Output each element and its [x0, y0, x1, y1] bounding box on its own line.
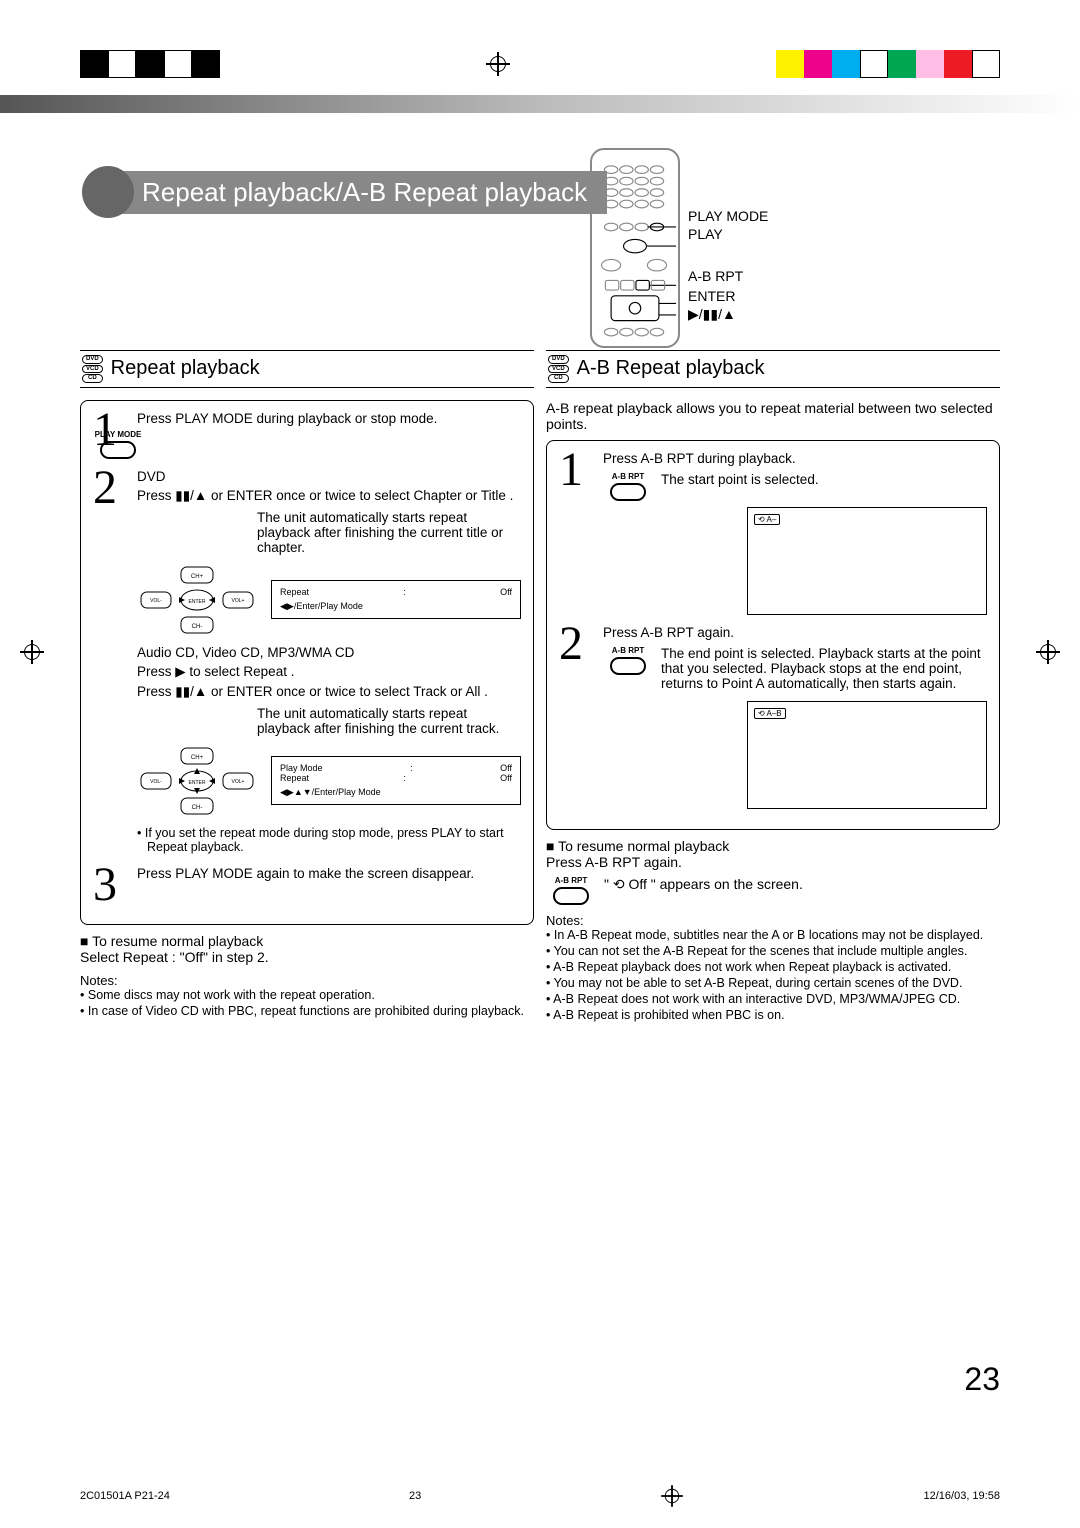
- section-heading-repeat: DVDVCDCD Repeat playback: [80, 350, 534, 388]
- tv-screen-ab: ⟲ A–B: [747, 701, 987, 809]
- page-title: Repeat playback/A-B Repeat playback: [108, 171, 607, 214]
- side-crosshair-right: [1036, 640, 1060, 664]
- side-crosshair-left: [20, 640, 44, 664]
- remote-labels: PLAY MODE PLAY A-B RPT ENTER ▶/▮▮/▲: [688, 148, 768, 324]
- abrpt-button-icon: A-B RPT: [603, 472, 653, 501]
- section-title: A-B Repeat playback: [577, 357, 765, 380]
- svg-text:ENTER: ENTER: [189, 780, 206, 786]
- dpad-icon: CH+ CH- VOL- VOL+ ENTER: [137, 565, 257, 635]
- steps-box-right: 1 Press A-B RPT during playback. A-B RPT…: [546, 440, 1000, 830]
- left-column: DVDVCDCD Repeat playback 1 Press PLAY MO…: [80, 350, 534, 1348]
- abrpt-button-icon: A-B RPT: [603, 646, 653, 675]
- footer: 2C01501A P21-24 23 12/16/03, 19:58: [80, 1484, 1000, 1508]
- step2-line1: DVD: [137, 469, 521, 484]
- section-title: Repeat playback: [111, 357, 260, 380]
- notes-list-right: In A-B Repeat mode, subtitles near the A…: [546, 928, 1000, 1022]
- step3-text: Press PLAY MODE again to make the screen…: [137, 866, 521, 881]
- svg-text:VOL-: VOL-: [150, 779, 162, 785]
- svg-text:VOL+: VOL+: [232, 598, 245, 604]
- ab-intro: A-B repeat playback allows you to repeat…: [546, 400, 1000, 432]
- disc-badges: DVDVCDCD: [548, 355, 569, 383]
- osd-display-1: Repeat:Off ◀▶/Enter/Play Mode: [271, 580, 521, 619]
- abrpt-button-icon: A-B RPT: [546, 876, 596, 905]
- remote-label-playmode: PLAY MODE: [688, 208, 768, 224]
- step-number-3: 3: [93, 866, 127, 904]
- page-number: 23: [964, 1361, 1000, 1398]
- notes-heading-right: Notes:: [546, 913, 1000, 928]
- disc-badges: DVDVCDCD: [82, 355, 103, 383]
- notes-heading-left: Notes:: [80, 973, 534, 988]
- step2-line4: Press ▶ to select Repeat .: [137, 664, 521, 680]
- dpad-icon: CH+ CH- VOL- VOL+ ENTER: [137, 746, 257, 816]
- svg-text:VOL+: VOL+: [232, 779, 245, 785]
- resume-text-left: Select Repeat : "Off" in step 2.: [80, 949, 534, 965]
- notes-list-left: Some discs may not work with the repeat …: [80, 988, 534, 1018]
- step2-line2: Press ▮▮/▲ or ENTER once or twice to sel…: [137, 488, 521, 504]
- r-step1-text: Press A-B RPT during playback.: [603, 451, 987, 466]
- print-registration-top: [80, 50, 1000, 78]
- footer-mid: 23: [409, 1490, 421, 1502]
- svg-text:CH+: CH+: [191, 574, 204, 580]
- footer-left: 2C01501A P21-24: [80, 1490, 170, 1502]
- r-step2-result: The end point is selected. Playback star…: [661, 646, 987, 691]
- step2-line3: Audio CD, Video CD, MP3/WMA CD: [137, 645, 521, 660]
- section-heading-abrepeat: DVDVCDCD A-B Repeat playback: [546, 350, 1000, 388]
- tv-screen-a: ⟲ A–: [747, 507, 987, 615]
- svg-text:VOL-: VOL-: [150, 598, 162, 604]
- resume-text-right: Press A-B RPT again.: [546, 854, 1000, 870]
- step2-result: The unit automatically starts repeat pla…: [257, 510, 521, 555]
- remote-label-play: PLAY: [688, 226, 768, 242]
- svg-text:CH-: CH-: [192, 805, 203, 811]
- remote-label-dba: ▶/▮▮/▲: [688, 306, 768, 322]
- step-number-1: 1: [559, 451, 593, 615]
- gradient-bar: [0, 95, 1080, 113]
- remote-label-enter: ENTER: [688, 288, 768, 304]
- footer-right: 12/16/03, 19:58: [924, 1490, 1000, 1502]
- step2-result2: The unit automatically starts repeat pla…: [257, 706, 521, 736]
- step2-bullet: If you set the repeat mode during stop m…: [137, 826, 521, 854]
- svg-text:CH+: CH+: [191, 755, 204, 761]
- resume-heading-left: To resume normal playback: [80, 933, 534, 949]
- playmode-button-icon: PLAY MODE: [93, 430, 143, 459]
- title-badge-icon: [82, 166, 134, 218]
- step-number-2: 2: [559, 625, 593, 809]
- remote-label-abrpt: A-B RPT: [688, 268, 768, 284]
- registration-crosshair-icon: [662, 1485, 684, 1507]
- registration-crosshair-icon: [486, 52, 510, 76]
- svg-text:CH-: CH-: [192, 624, 203, 630]
- resume-screen-text: " ⟲ Off " appears on the screen.: [604, 876, 803, 893]
- bw-swatches: [80, 50, 220, 78]
- step2-line5: Press ▮▮/▲ or ENTER once or twice to sel…: [137, 684, 521, 700]
- r-step1-result: The start point is selected.: [661, 472, 819, 487]
- steps-box-left: 1 Press PLAY MODE during playback or sto…: [80, 400, 534, 925]
- color-swatches: [776, 50, 1000, 78]
- page-title-banner: Repeat playback/A-B Repeat playback: [82, 164, 607, 220]
- right-column: DVDVCDCD A-B Repeat playback A-B repeat …: [546, 350, 1000, 1348]
- step-number-2: 2: [93, 469, 127, 856]
- resume-heading-right: To resume normal playback: [546, 838, 1000, 854]
- osd-display-2: Play Mode:Off Repeat:Off ◀▶▲▼/Enter/Play…: [271, 756, 521, 805]
- step1-text: Press PLAY MODE during playback or stop …: [137, 411, 521, 426]
- r-step2-text: Press A-B RPT again.: [603, 625, 987, 640]
- svg-text:ENTER: ENTER: [189, 599, 206, 605]
